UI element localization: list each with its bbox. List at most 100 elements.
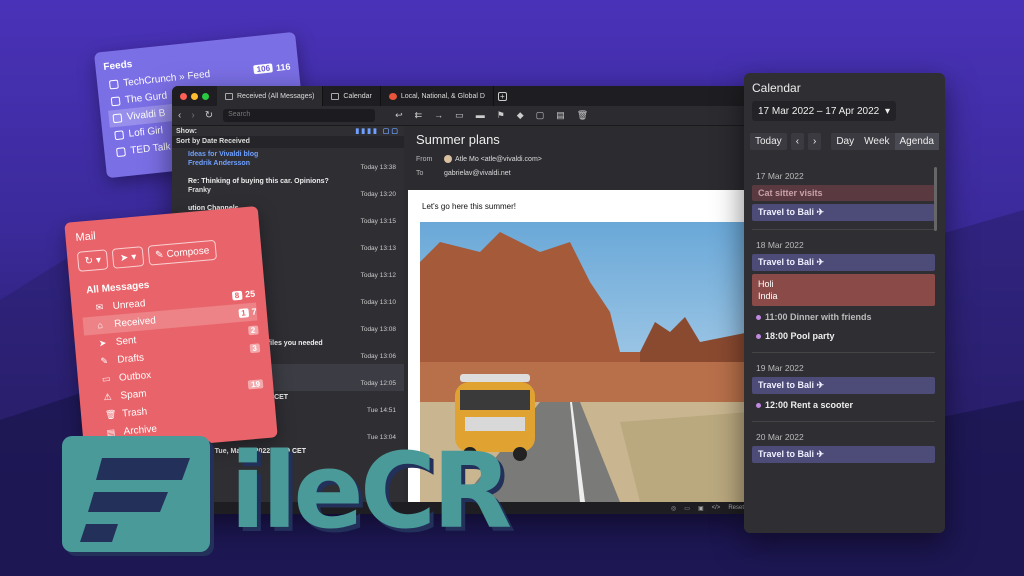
filter-button[interactable]: ➤ ▾ <box>112 246 145 269</box>
window-icon[interactable]: ▭ <box>684 505 690 512</box>
compose-button[interactable]: ✎ Compose <box>147 239 218 266</box>
agenda-list: 17 Mar 2022 Cat sitter visits Travel to Ba… <box>752 165 935 466</box>
trash-icon[interactable]: 🗑 <box>577 110 588 121</box>
calendar-event[interactable]: Travel to Bali ✈ <box>752 204 935 221</box>
calendar-event[interactable]: 12:00 Rent a scooter <box>752 397 935 413</box>
spam-icon[interactable]: ▢ <box>536 110 545 121</box>
agenda-date: 18 Mar 2022 <box>756 240 804 250</box>
camera-icon[interactable]: ◎ <box>671 505 676 512</box>
mail-actions: ↩ ⇇ → ▭ ▬ ⚑ ◆ ▢ ▤ 🗑 <box>395 110 588 121</box>
watermark: ileCR <box>62 436 532 560</box>
scrollbar[interactable] <box>934 167 937 231</box>
rss-icon <box>112 113 123 124</box>
rss-icon <box>116 147 126 158</box>
forward-mail-icon[interactable]: → <box>434 110 443 121</box>
event-dot-icon <box>756 315 761 320</box>
mail-panel: Mail ↻ ▾ ➤ ▾ ✎ Compose All Messages ✉ Unread 8… <box>64 205 278 455</box>
day-divider <box>752 421 935 422</box>
show-label: Show: <box>176 127 197 135</box>
code-icon[interactable]: </> <box>712 505 721 511</box>
image-icon[interactable]: ▣ <box>698 505 704 512</box>
calendar-event[interactable]: 11:00 Dinner with friends <box>752 309 935 325</box>
message-row-from: Fredrik Andersson <box>188 160 250 167</box>
event-label: Travel to Bali ✈ <box>758 207 825 217</box>
calendar-event[interactable]: Cat sitter visits <box>752 185 935 201</box>
event-label: 11:00 Dinner with friends <box>765 312 872 322</box>
message-row-time: Today 13:38 <box>360 164 396 171</box>
to-value[interactable]: gabrielav@vivaldi.net <box>444 170 511 177</box>
sort-header[interactable]: Sort by Date Received <box>172 136 404 148</box>
back-icon[interactable]: ‹ <box>178 110 181 121</box>
toolbar: ‹ › ↻ Search ↩ ⇇ → ▭ ▬ ⚑ ◆ ▢ ▤ 🗑 <box>172 106 750 126</box>
tab-label: Received (All Messages) <box>237 92 315 100</box>
message-row-time: Today 13:06 <box>360 353 396 360</box>
calendar-event[interactable]: 18:00 Pool party <box>752 328 935 344</box>
date-range-select[interactable]: 17 Mar 2022 – 17 Apr 2022 ▾ <box>752 101 896 121</box>
calendar-event[interactable]: Travel to Bali ✈ <box>752 377 935 394</box>
message-row[interactable]: Ideas for Vivaldi blog Fredrik Andersson T… <box>172 148 404 175</box>
agenda-date: 20 Mar 2022 <box>756 432 804 442</box>
new-tab-icon[interactable]: + <box>497 91 507 101</box>
reload-icon[interactable]: ↻ <box>205 110 213 121</box>
mail-icon <box>225 92 233 100</box>
maximize-button[interactable] <box>202 92 209 100</box>
filter-icons[interactable]: ▮▮▮▮ ▢▢ <box>355 127 400 135</box>
folder-label: Archive <box>123 423 158 437</box>
tag-icon[interactable]: ◆ <box>517 110 524 121</box>
message-row-time: Today 12:05 <box>360 380 396 387</box>
day-divider <box>752 229 935 230</box>
today-button[interactable]: Today <box>750 133 787 150</box>
calendar-nav: Today ‹ › Day Week Agenda <box>750 133 939 150</box>
archive-icon[interactable]: ▤ <box>556 110 565 121</box>
total-count: 2 <box>247 324 259 335</box>
message-row-from: Franky <box>188 187 211 194</box>
unread-count: 1 <box>237 307 250 318</box>
inbox-icon: ⌂ <box>96 319 104 331</box>
reply-all-icon[interactable]: ⇇ <box>415 110 423 121</box>
tab-label: Local, National, & Global D <box>400 92 485 100</box>
minimize-button[interactable] <box>191 92 198 100</box>
calendar-event[interactable]: Holi India <box>752 274 935 306</box>
logo-f-icon <box>62 436 214 556</box>
next-icon[interactable]: › <box>808 133 822 150</box>
folder-label: Spam <box>120 387 148 402</box>
calendar-event[interactable]: Travel to Bali ✈ <box>752 254 935 271</box>
event-label: 18:00 Pool party <box>765 331 835 341</box>
message-row[interactable]: Re: Thinking of buying this car. Opinion… <box>172 175 404 202</box>
view-day[interactable]: Day <box>831 133 859 150</box>
watermark-text: ileCR <box>230 430 512 552</box>
message-header: From Atle Mo <atle@vivaldi.com> To gabriel… <box>408 153 750 181</box>
flag-icon[interactable]: ⚑ <box>497 110 505 121</box>
move-icon[interactable]: ▭ <box>455 110 464 121</box>
mail-icon: ✉ <box>95 301 104 312</box>
folder-icon[interactable]: ▬ <box>476 110 485 121</box>
calendar-event[interactable]: Travel to Bali ✈ <box>752 446 935 463</box>
compose-label: Compose <box>166 244 210 260</box>
folder-label: Trash <box>121 405 148 420</box>
tab-news[interactable]: Local, National, & Global D <box>381 86 494 106</box>
tab-received[interactable]: Received (All Messages) <box>217 86 324 106</box>
refresh-button[interactable]: ↻ ▾ <box>76 249 109 272</box>
event-label: Travel to Bali ✈ <box>758 449 825 459</box>
event-dot-icon <box>756 334 761 339</box>
tab-calendar[interactable]: Calendar <box>323 86 381 106</box>
edit-icon: ✎ <box>99 355 109 366</box>
from-value[interactable]: Atle Mo <atle@vivaldi.com> <box>455 156 542 163</box>
rss-icon <box>110 96 121 107</box>
message-row-time: Today 13:13 <box>360 245 396 252</box>
to-label: To <box>416 170 424 177</box>
prev-icon[interactable]: ‹ <box>790 133 805 150</box>
unread-badge: 106 <box>253 63 274 75</box>
message-row-time: Today 13:12 <box>360 272 396 279</box>
forward-icon[interactable]: › <box>191 110 194 121</box>
reply-icon[interactable]: ↩ <box>395 110 403 121</box>
day-divider <box>752 352 935 353</box>
message-row-time: Today 13:10 <box>360 299 396 306</box>
folder-label: All Messages <box>85 279 150 296</box>
close-button[interactable] <box>180 92 187 100</box>
search-input[interactable]: Search <box>223 109 376 122</box>
event-dot-icon <box>756 403 761 408</box>
view-week[interactable]: Week <box>859 133 894 150</box>
view-agenda[interactable]: Agenda <box>894 133 939 150</box>
reset-button[interactable]: Reset <box>728 505 744 511</box>
